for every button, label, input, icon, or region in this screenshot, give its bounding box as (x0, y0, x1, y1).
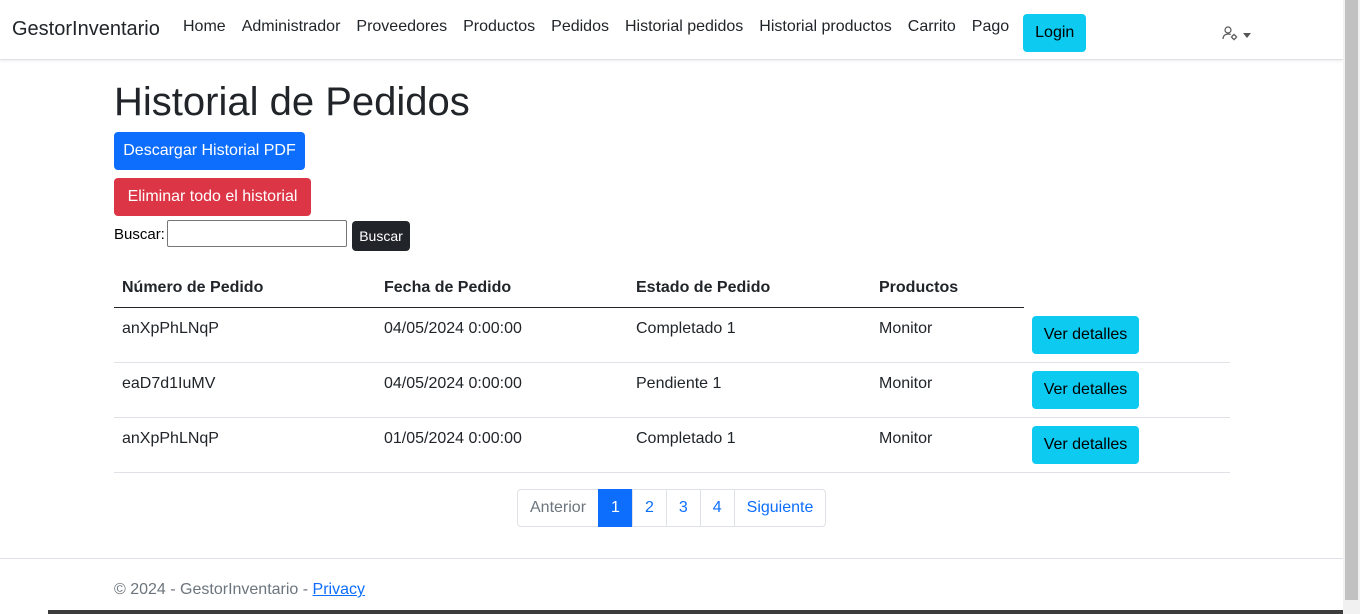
view-details-button[interactable]: Ver detalles (1032, 371, 1139, 409)
view-details-button[interactable]: Ver detalles (1032, 426, 1139, 464)
search-button[interactable]: Buscar (352, 221, 410, 251)
table-row: anXpPhLNqP 04/05/2024 0:00:00 Completado… (114, 308, 1230, 363)
cell-estado: Pendiente 1 (636, 375, 722, 392)
header-fecha: Fecha de Pedido (384, 279, 512, 296)
delete-history-button[interactable]: Eliminar todo el historial (114, 178, 311, 216)
user-menu-dropdown[interactable] (1222, 25, 1251, 46)
chevron-down-icon (1243, 33, 1251, 38)
search-input[interactable] (167, 220, 347, 247)
nav-link-historial-productos[interactable]: Historial productos (751, 18, 900, 36)
nav-link-pedidos[interactable]: Pedidos (543, 18, 617, 36)
search-label: Buscar: (114, 226, 165, 243)
cell-numero: eaD7d1IuMV (122, 375, 216, 392)
nav-link-proveedores[interactable]: Proveedores (348, 18, 455, 36)
nav-link-productos[interactable]: Productos (455, 18, 543, 36)
pagination-page-4[interactable]: 4 (699, 489, 735, 527)
cell-estado: Completado 1 (636, 430, 736, 447)
cell-fecha: 04/05/2024 0:00:00 (384, 375, 522, 392)
navbar: GestorInventario Home Administrador Prov… (0, 0, 1343, 60)
pagination-previous[interactable]: Anterior (517, 489, 600, 527)
cell-numero: anXpPhLNqP (122, 430, 219, 447)
footer: © 2024 - GestorInventario - Privacy (0, 558, 1343, 614)
footer-text: © 2024 - GestorInventario - Privacy (114, 581, 365, 599)
pagination: Anterior 1 2 3 4 Siguiente (517, 489, 827, 527)
cell-productos: Monitor (879, 430, 933, 447)
nav-link-historial-pedidos[interactable]: Historial pedidos (617, 18, 751, 36)
nav-link-carrito[interactable]: Carrito (900, 18, 964, 36)
table-row: eaD7d1IuMV 04/05/2024 0:00:00 Pendiente … (114, 363, 1230, 418)
nav-links: Home Administrador Proveedores Productos… (175, 0, 1087, 54)
cell-productos: Monitor (879, 375, 933, 392)
bottom-bar (48, 610, 1343, 614)
header-numero: Número de Pedido (122, 279, 264, 296)
header-estado: Estado de Pedido (636, 279, 771, 296)
pagination-next[interactable]: Siguiente (733, 489, 827, 527)
nav-link-administrador[interactable]: Administrador (234, 18, 349, 36)
scrollbar[interactable] (1343, 0, 1360, 614)
orders-table: Número de Pedido Fecha de Pedido Estado … (114, 268, 1230, 473)
view-details-button[interactable]: Ver detalles (1032, 316, 1139, 354)
nav-link-pago[interactable]: Pago (964, 18, 1017, 36)
page-title: Historial de Pedidos (114, 80, 470, 124)
login-button[interactable]: Login (1023, 14, 1087, 52)
download-pdf-button[interactable]: Descargar Historial PDF (114, 132, 305, 170)
cell-numero: anXpPhLNqP (122, 320, 219, 337)
pagination-page-2[interactable]: 2 (631, 489, 667, 527)
cell-productos: Monitor (879, 320, 933, 337)
privacy-link[interactable]: Privacy (313, 581, 365, 598)
brand-link[interactable]: GestorInventario (12, 18, 160, 41)
table-row: anXpPhLNqP 01/05/2024 0:00:00 Completado… (114, 418, 1230, 473)
header-productos: Productos (879, 279, 959, 296)
scrollbar-thumb[interactable] (1345, 0, 1358, 600)
cell-fecha: 04/05/2024 0:00:00 (384, 320, 522, 337)
cell-fecha: 01/05/2024 0:00:00 (384, 430, 522, 447)
nav-link-home[interactable]: Home (175, 18, 234, 36)
cell-estado: Completado 1 (636, 320, 736, 337)
footer-copyright: © 2024 - GestorInventario - (114, 581, 313, 598)
pagination-page-1[interactable]: 1 (598, 489, 633, 527)
table-header: Número de Pedido Fecha de Pedido Estado … (114, 268, 1230, 308)
user-gear-icon (1222, 25, 1238, 46)
pagination-page-3[interactable]: 3 (665, 489, 701, 527)
